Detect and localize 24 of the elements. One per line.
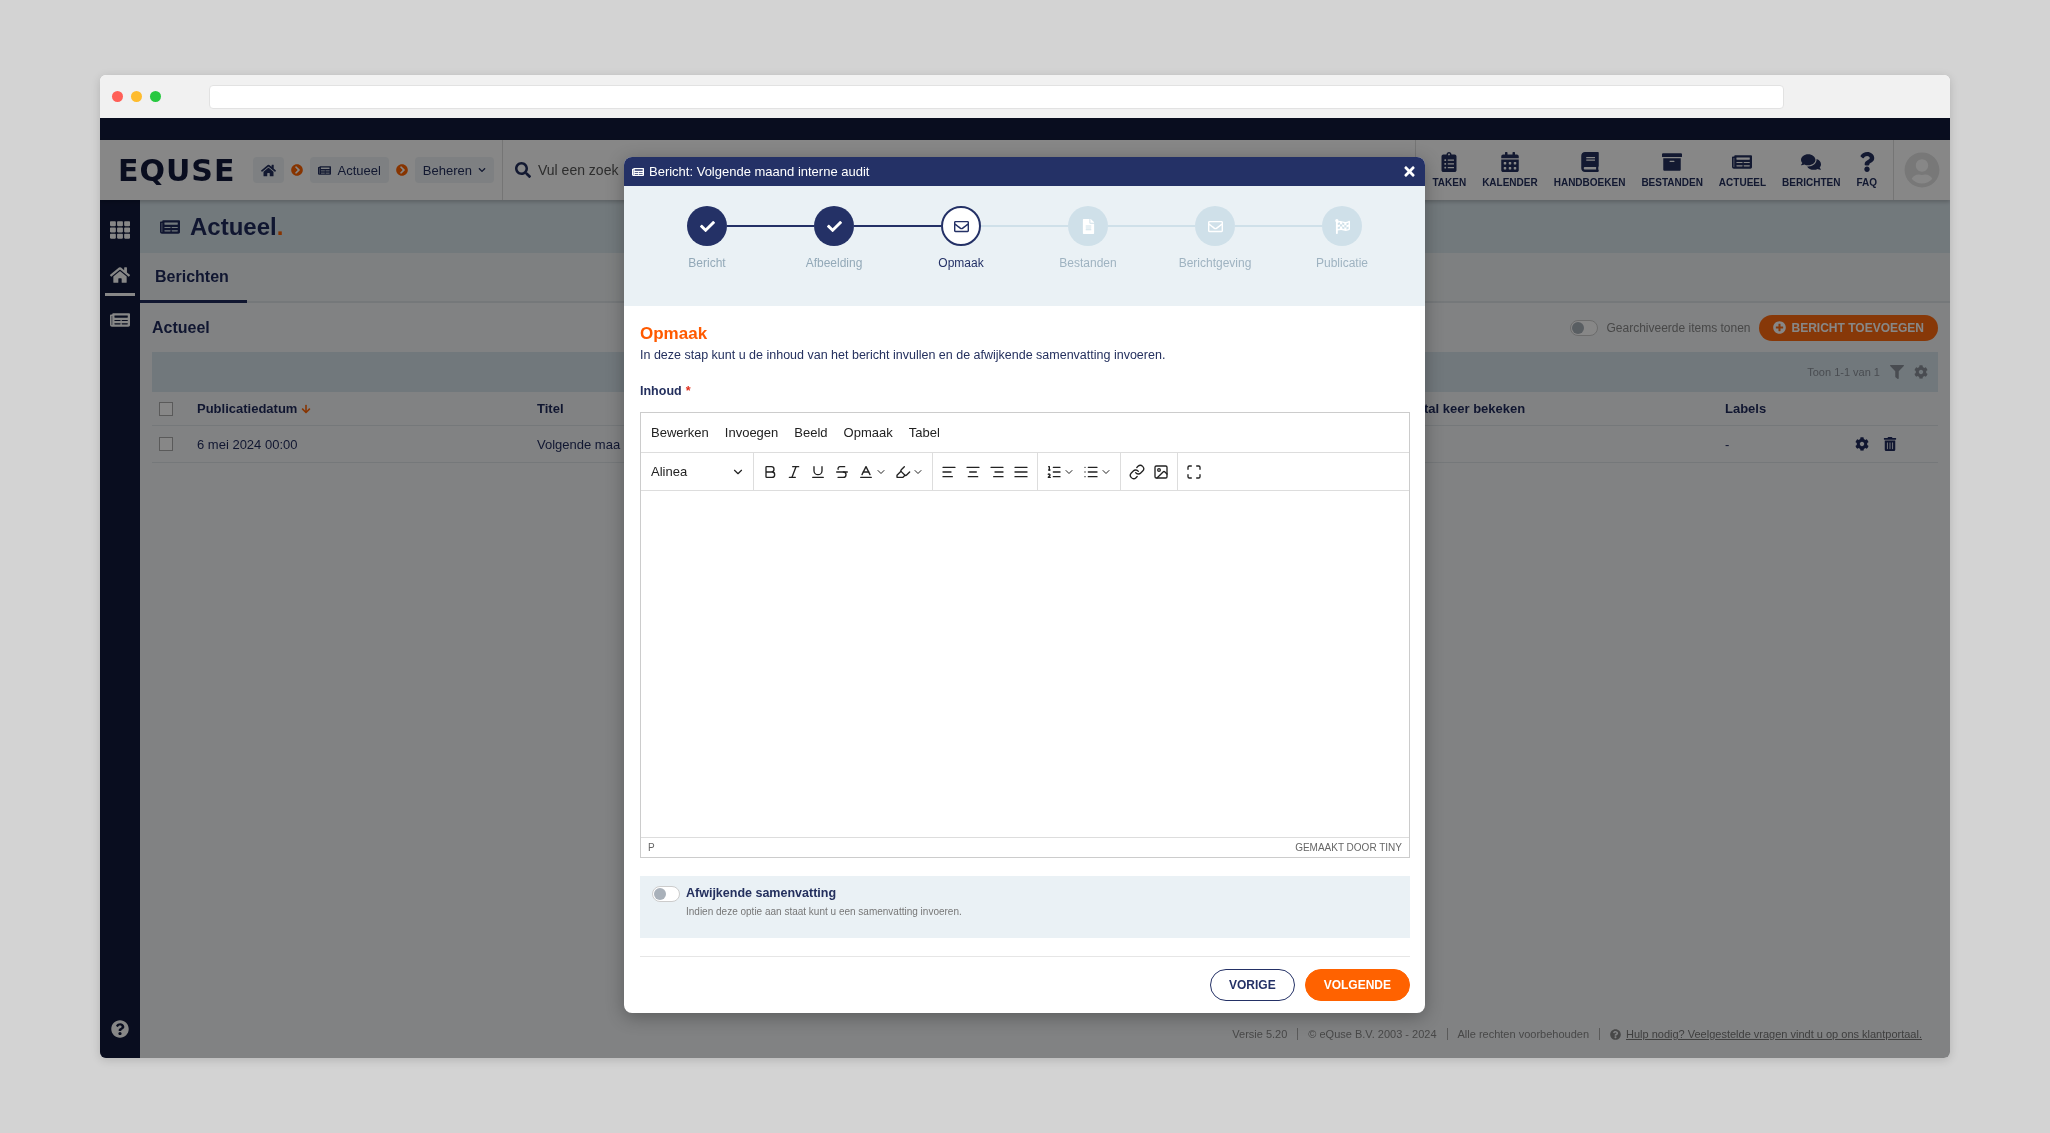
section-title: Actueel: [152, 318, 210, 337]
labels-cell-text: -: [1725, 436, 1731, 452]
dialog-title: Bericht: Volgende maand interne audit: [649, 164, 871, 179]
required-mark: *: [685, 383, 691, 400]
copyright-text: © eQuse B.V. 2003 - 2024: [1297, 1028, 1447, 1040]
version-text: Versie 5.20: [1231, 1028, 1289, 1040]
page-title: Actueel.: [190, 212, 284, 241]
branding-text: GEMAAKT DOOR TINY: [1295, 842, 1402, 853]
step-label: Opmaak: [938, 256, 984, 270]
description-text: In deze stap kunt u de inhoud van het bericht invullen en de afwijkende samenvatting invoeren.: [640, 347, 1167, 364]
step-label: Bericht: [688, 256, 726, 270]
rights-text: Alle rechten voorbehouden: [1446, 1028, 1599, 1040]
step-label: Afbeelding: [805, 256, 863, 270]
toggle-label: Gearchiveerde items tonen: [1606, 320, 1751, 335]
toggle-label: Afwijkende samenvatting: [686, 886, 838, 900]
field-label: Inhoud: [640, 383, 682, 400]
step-label: Berichtgeving: [1178, 256, 1252, 270]
step-label: Bestanden: [1059, 256, 1117, 270]
section-heading: Opmaak: [640, 324, 709, 344]
step-label: Publicatie: [1316, 256, 1368, 270]
title-cell-text: Volgende maa: [537, 436, 622, 452]
date-cell-text: 6 mei 2024 00:00: [197, 436, 299, 452]
toggle-hint: Indien deze optie aan staat kunt u een samenvatting invoeren.: [686, 906, 962, 917]
element-path: P: [648, 842, 655, 853]
